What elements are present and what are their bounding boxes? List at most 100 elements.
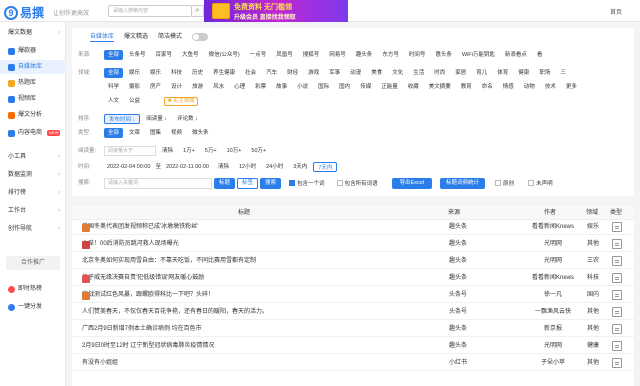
sidebar-item[interactable]: 爆款器 xyxy=(0,44,66,58)
filter-option[interactable]: 命名 xyxy=(478,82,497,92)
table-row[interactable]: 人们赞美春天，不仅仅春天百花争艳，还有春日的暖阳，春天的活力。 头条号 一飘渔风云快… xyxy=(72,305,634,320)
filter-option[interactable]: 心理 xyxy=(230,82,249,92)
filter-option[interactable]: 技术 xyxy=(541,82,560,92)
row-title[interactable]: 2月9日0时至12时 辽宁新型冠状病毒肺炎疫情情况 xyxy=(82,339,214,354)
table-row[interactable]: 2月9日0时至12时 辽宁新型冠状病毒肺炎疫情情况 趣头条 光明网 健康 xyxy=(72,339,634,354)
filter-option[interactable]: 图集 xyxy=(146,128,165,138)
filter-option[interactable]: 科技 xyxy=(167,68,186,78)
filter-option[interactable]: 一点号 xyxy=(246,50,271,60)
filter-option[interactable]: 旅游 xyxy=(188,82,207,92)
home-link[interactable]: 首页 xyxy=(610,7,622,16)
filter-option[interactable]: 风水 xyxy=(209,82,228,92)
row-author[interactable]: 新京报 xyxy=(516,322,590,337)
filter-option[interactable]: 发布时间 ↓ xyxy=(104,114,141,124)
filter-option[interactable]: 24小时 xyxy=(262,162,287,172)
row-author[interactable]: 一飘渔风云快 xyxy=(516,305,590,320)
sidebar-bottom-item[interactable]: 即时热榜 xyxy=(0,282,66,296)
table-row[interactable]: 有没有小姐姐 小红书 子朵小苹 其他 xyxy=(72,356,634,371)
filter-option[interactable]: 国内 xyxy=(335,82,354,92)
filter-option[interactable]: 搜狐号 xyxy=(299,50,324,60)
filter-option[interactable]: 摄影 xyxy=(125,82,144,92)
filter-option[interactable]: 小说 xyxy=(293,82,312,92)
logo[interactable]: 9 易撰 xyxy=(4,4,44,21)
filter-option[interactable]: 养生健康 xyxy=(209,68,239,78)
filter-option[interactable]: 娱乐 xyxy=(146,68,165,78)
coop-button[interactable]: 合作推广 xyxy=(6,256,60,270)
filter-option[interactable]: 清除 xyxy=(158,146,177,156)
sidebar-item[interactable]: 视频库 xyxy=(0,92,66,106)
filter-option[interactable]: 历史 xyxy=(188,68,207,78)
row-title[interactable]: 有没有小姐姐 xyxy=(82,356,118,371)
read-input[interactable]: 阅读量大于 xyxy=(104,146,156,156)
table-row[interactable]: 实战测试红色风暴，跟螺欧得科比一下吧？头碎！ 头条号 徐一凡 国内 xyxy=(72,288,634,303)
filter-option[interactable]: 正能量 xyxy=(377,82,402,92)
filter-option[interactable]: 12小时 xyxy=(235,162,260,172)
filter-option[interactable]: 生活 xyxy=(409,68,428,78)
simple-mode-toggle[interactable] xyxy=(192,33,209,41)
filter-option[interactable]: 动漫 xyxy=(346,68,365,78)
filter-option[interactable]: 三 xyxy=(556,68,570,78)
filter-option[interactable]: 百家号 xyxy=(152,50,177,60)
filter-option[interactable]: 3天内 xyxy=(289,162,311,172)
filter-option[interactable]: 更多 xyxy=(562,82,581,92)
filter-option[interactable]: 50万+ xyxy=(247,146,270,156)
filter-option[interactable]: 全部 xyxy=(104,50,124,60)
filter-option[interactable]: 5万+ xyxy=(201,146,221,156)
filter-option[interactable]: 房产 xyxy=(146,82,165,92)
search-mode-tag[interactable]: 标签 xyxy=(237,178,259,189)
search-mode-title[interactable]: 标题 xyxy=(214,178,236,189)
filter-option[interactable]: 收藏 xyxy=(404,82,423,92)
filter-option[interactable]: 科学 xyxy=(104,82,123,92)
filter-option[interactable]: 全部 xyxy=(104,68,124,78)
filter-option[interactable]: 头条号 xyxy=(125,50,150,60)
filter-option[interactable]: 大鱼号 xyxy=(178,50,203,60)
filter-option[interactable]: 动物 xyxy=(520,82,539,92)
filter-option[interactable]: 惠头条 xyxy=(431,50,456,60)
filter-option[interactable]: 故事 xyxy=(272,82,291,92)
row-title[interactable]: 美国冬奥代表团发视频称已成'冰墩墩铁粉丝' xyxy=(82,220,198,235)
time-start[interactable]: 2022-02-04 00:00 xyxy=(104,162,153,172)
filter-option[interactable]: 财经 xyxy=(283,68,302,78)
time-end[interactable]: 2022-02-11 00:00 xyxy=(163,162,212,172)
filter-option[interactable]: 阅读量 ↓ xyxy=(142,114,171,124)
filter-option[interactable]: 社会 xyxy=(241,68,260,78)
title-freq-button[interactable]: 标题词频统计 xyxy=(440,178,486,189)
row-title[interactable]: 心痒！00后消防员跳河救人现场曝光 xyxy=(82,237,179,252)
filter-option[interactable]: 育儿 xyxy=(472,68,491,78)
filter-option[interactable]: 趣头条 xyxy=(352,50,377,60)
tab-media-library[interactable]: 自媒体库 xyxy=(90,32,115,42)
filter-option[interactable]: 汽车 xyxy=(262,68,281,78)
filter-option[interactable]: 全部 xyxy=(104,128,124,138)
sidebar-item[interactable]: 自媒体库 xyxy=(0,60,66,74)
exclude-word-option[interactable]: 包含所有词语 xyxy=(336,179,378,189)
sidebar-group[interactable]: 小工具 › xyxy=(0,150,66,164)
filter-option[interactable]: 传媒 xyxy=(356,82,375,92)
filter-option[interactable]: 评论数 ↓ xyxy=(173,114,202,124)
filter-option[interactable]: 看 xyxy=(533,50,547,60)
row-author[interactable]: 光明网 xyxy=(516,339,590,354)
row-title[interactable]: 人们赞美春天，不仅仅春天百花争艳，还有春日的暖阳，春天的活力。 xyxy=(82,305,268,320)
filter-option[interactable]: 新浪看点 xyxy=(501,50,531,60)
table-row[interactable]: 北京冬奥如何实现用雪自由：不靠天吃饭，不同比赛用雪都有定制 趣头条 光明网 三农 xyxy=(72,254,634,269)
filter-option[interactable]: 游戏 xyxy=(304,68,323,78)
row-title[interactable]: 广西2月9日新增7例本土确诊病例 均在百色市 xyxy=(82,322,202,337)
filter-option[interactable]: 10万+ xyxy=(223,146,246,156)
search-button[interactable]: 搜索 xyxy=(260,178,282,189)
row-author[interactable]: 徐一凡 xyxy=(516,288,590,303)
filter-option[interactable]: WiFi万能钥匙 xyxy=(458,50,499,60)
filter-option[interactable]: 微头条 xyxy=(188,128,213,138)
filter-option[interactable]: 设计 xyxy=(167,82,186,92)
table-row[interactable]: 任子威无缘决赛自责'犯低级错误'网友暖心鼓励 趣头条 看看新闻Knews 科技 xyxy=(72,271,634,286)
sidebar-group[interactable]: 数据监测 › xyxy=(0,168,66,182)
original-option[interactable]: 原创 xyxy=(495,179,514,189)
filter-option[interactable]: 美食 xyxy=(367,68,386,78)
row-title[interactable]: 实战测试红色风暴，跟螺欧得科比一下吧？头碎！ xyxy=(82,288,214,303)
filter-option[interactable]: 时间号 xyxy=(405,50,430,60)
filter-option[interactable]: 微信(公众号) xyxy=(205,50,244,60)
export-excel-button[interactable]: 导出Excel xyxy=(391,178,433,189)
table-row[interactable]: 美国冬奥代表团发视频称已成'冰墩墩铁粉丝' 趣头条 看看新闻Knews 娱乐 xyxy=(72,220,634,235)
filter-option[interactable]: 国际 xyxy=(314,82,333,92)
filter-option[interactable]: 东方号 xyxy=(378,50,403,60)
row-author[interactable]: 看看新闻Knews xyxy=(516,271,590,286)
sidebar-group[interactable]: 工作台 › xyxy=(0,204,66,218)
